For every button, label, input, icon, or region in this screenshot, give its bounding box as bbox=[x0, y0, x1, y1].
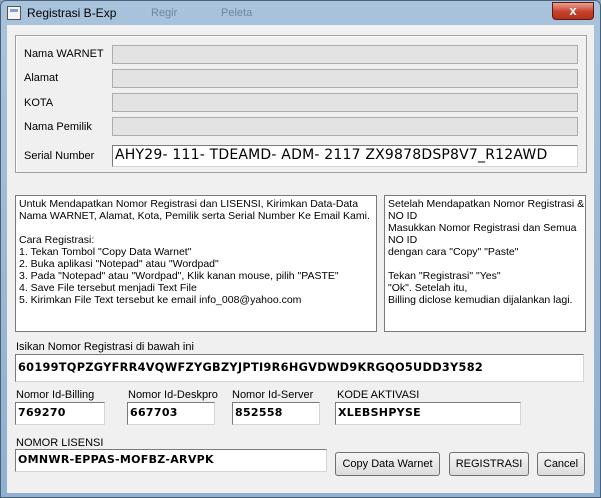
id-deskpro-value: 667703 bbox=[130, 406, 178, 419]
registration-number-field[interactable]: 60199TQPZGYFRR4VQWFZYGBZYJPTI9R6HGVDWD9K… bbox=[15, 354, 584, 382]
warnet-data-group: Nama WARNET Alamat KOTA Nama Pemilik Ser… bbox=[15, 35, 587, 173]
license-number-label: NOMOR LISENSI bbox=[16, 437, 104, 449]
cancel-button[interactable]: Cancel bbox=[537, 452, 585, 476]
id-billing-field[interactable]: 769270 bbox=[15, 402, 105, 425]
kode-aktivasi-value: XLEBSHPYSE bbox=[338, 406, 421, 419]
serial-number-value: AHY29- 111- TDEAMD- ADM- 2117 ZX9878DSP8… bbox=[115, 147, 548, 163]
close-button[interactable]: x bbox=[552, 2, 594, 20]
dialog-body: Nama WARNET Alamat KOTA Nama Pemilik Ser… bbox=[7, 25, 594, 493]
alamat-field[interactable] bbox=[112, 69, 578, 88]
nama-pemilik-field[interactable] bbox=[112, 117, 578, 136]
license-number-field[interactable]: OMNWR-EPPAS-MOFBZ-ARVPK bbox=[15, 449, 327, 472]
background-menu-text: Peleta bbox=[221, 7, 253, 19]
registration-window: Registrasi B-Exp Regir Peleta x Nama WAR… bbox=[0, 0, 601, 498]
instructions-textbox[interactable]: Untuk Mendapatkan Nomor Registrasi dan L… bbox=[15, 195, 377, 332]
registrasi-button[interactable]: REGISTRASI bbox=[449, 452, 529, 476]
nama-warnet-field[interactable] bbox=[112, 45, 578, 64]
nama-warnet-label: Nama WARNET bbox=[24, 48, 104, 60]
registration-number-value: 60199TQPZGYFRR4VQWFZYGBZYJPTI9R6HGVDWD9K… bbox=[18, 361, 484, 374]
app-icon bbox=[7, 6, 21, 20]
window-title: Registrasi B-Exp bbox=[27, 6, 117, 20]
registration-number-label: Isikan Nomor Registrasi di bawah ini bbox=[16, 341, 194, 353]
registration-steps-textbox[interactable]: Setelah Mendapatkan Nomor Registrasi & N… bbox=[384, 195, 586, 332]
license-number-value: OMNWR-EPPAS-MOFBZ-ARVPK bbox=[18, 453, 214, 466]
nama-pemilik-label: Nama Pemilik bbox=[24, 121, 92, 133]
id-server-label: Nomor Id-Server bbox=[232, 389, 314, 401]
kota-label: KOTA bbox=[24, 97, 54, 109]
background-menu-text: Regir bbox=[151, 7, 178, 19]
copy-data-warnet-button[interactable]: Copy Data Warnet bbox=[335, 452, 440, 476]
kode-aktivasi-label: KODE AKTIVASI bbox=[337, 389, 420, 401]
id-deskpro-label: Nomor Id-Deskpro bbox=[128, 389, 218, 401]
kota-field[interactable] bbox=[112, 93, 578, 112]
id-billing-value: 769270 bbox=[18, 406, 66, 419]
id-deskpro-field[interactable]: 667703 bbox=[127, 402, 215, 425]
alamat-label: Alamat bbox=[24, 72, 59, 84]
id-billing-label: Nomor Id-Billing bbox=[16, 389, 95, 401]
kode-aktivasi-field[interactable]: XLEBSHPYSE bbox=[335, 402, 521, 425]
id-server-value: 852558 bbox=[235, 406, 283, 419]
serial-number-label: Serial Number bbox=[24, 150, 95, 162]
serial-number-field[interactable]: AHY29- 111- TDEAMD- ADM- 2117 ZX9878DSP8… bbox=[112, 145, 578, 167]
id-server-field[interactable]: 852558 bbox=[232, 402, 320, 425]
title-bar[interactable]: Registrasi B-Exp Regir Peleta x bbox=[1, 1, 600, 25]
